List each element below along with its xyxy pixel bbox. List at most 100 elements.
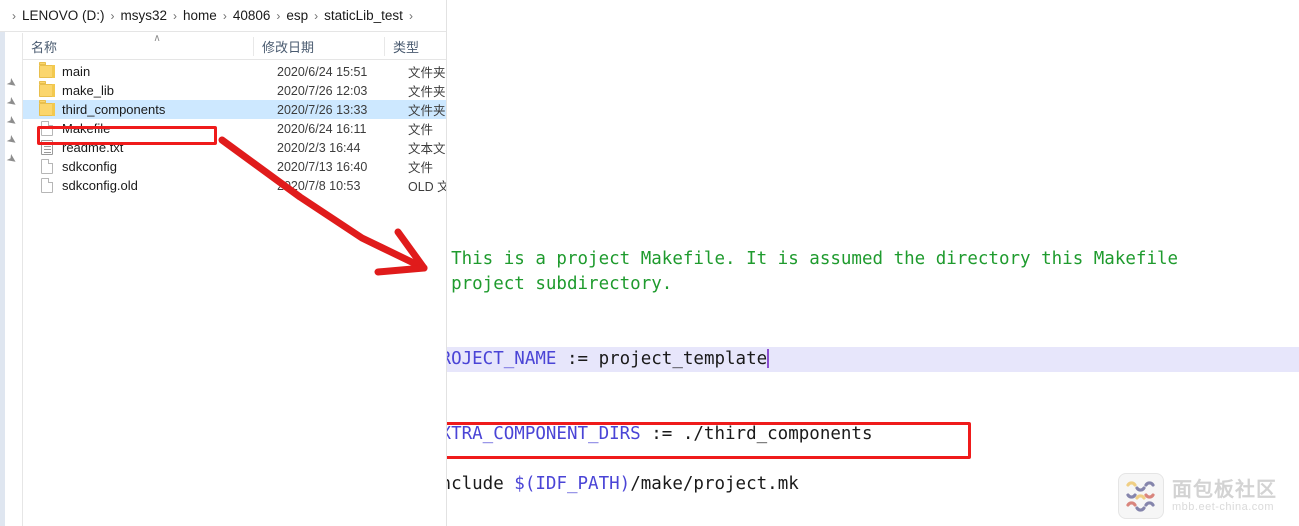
breadcrumb-item-staticlib-test[interactable]: staticLib_test <box>324 8 403 23</box>
file-date-modified: 2020/7/26 13:33 <box>277 102 368 117</box>
breadcrumb-item-esp[interactable]: esp <box>286 8 308 23</box>
file-explorer-panel: › LENOVO (D:) › msys32 › home › 40806 › … <box>0 0 447 526</box>
code-token-var: PROJECT_NAME <box>447 349 557 369</box>
sort-ascending-caret-icon: ∧ <box>153 33 161 44</box>
code-line[interactable] <box>447 322 1299 347</box>
file-icon <box>39 159 55 174</box>
watermark-logo-glyph <box>1126 481 1155 512</box>
file-date-modified: 2020/6/24 16:11 <box>277 121 367 136</box>
pin-icon[interactable]: ➤ <box>2 73 21 92</box>
icon-glyph <box>41 140 53 155</box>
file-row[interactable]: readme.txt2020/2/3 16:44文本文档2 KB <box>23 138 447 157</box>
file-row[interactable]: sdkconfig.old2020/7/8 10:53OLD 文件10 KB <box>23 176 447 195</box>
folder-icon <box>39 62 55 79</box>
breadcrumb-leading-chevron-icon: › <box>12 8 16 23</box>
file-date-modified: 2020/7/13 16:40 <box>277 159 368 174</box>
file-row[interactable]: third_components 2020/7/26 13:33 文件夹 <box>23 100 447 119</box>
text-file-icon <box>39 140 55 155</box>
breadcrumb-item-lenovo-d[interactable]: LENOVO (D:) <box>22 8 105 23</box>
column-header-date-label: 修改日期 <box>262 40 315 55</box>
file-name: main <box>62 64 91 79</box>
code-content[interactable]: ## This is a project Makefile. It is ass… <box>447 222 1299 497</box>
file-row[interactable]: make_lib 2020/7/26 12:03 文件夹 <box>23 81 447 100</box>
code-token-plain: := project_template <box>556 349 768 369</box>
chevron-right-icon: › <box>276 8 281 23</box>
code-line[interactable] <box>447 447 1299 472</box>
code-line[interactable] <box>447 397 1299 422</box>
column-header-date-modified[interactable]: 修改日期 <box>254 33 385 60</box>
file-type: OLD 文件 <box>408 180 447 194</box>
file-name: sdkconfig <box>62 159 117 174</box>
icon-glyph <box>41 178 53 193</box>
file-row[interactable]: main 2020/6/24 15:51 文件夹 <box>23 62 447 81</box>
icon-glyph <box>41 159 53 174</box>
pin-icon[interactable]: ➤ <box>2 130 21 149</box>
file-name: sdkconfig.old <box>62 178 138 193</box>
left-rail-strip <box>0 0 5 526</box>
icon-glyph <box>39 81 55 97</box>
breadcrumb-item-msys32[interactable]: msys32 <box>121 8 168 23</box>
folder-icon <box>39 100 55 117</box>
file-date-modified: 2020/2/3 16:44 <box>277 140 361 155</box>
file-type: 文本文档 <box>408 142 447 156</box>
file-type: 文件 <box>408 161 434 175</box>
file-list: main 2020/6/24 15:51 文件夹 make_lib 2020/7/26 … <box>23 62 447 195</box>
icon-glyph <box>39 62 55 78</box>
column-header-name-label: 名称 <box>31 40 58 55</box>
column-header-row: 名称 ∧ 修改日期 类型 大小 <box>23 33 447 60</box>
code-token-var: EXTRA_COMPONENT_DIRS <box>447 424 641 444</box>
file-date-modified: 2020/7/26 12:03 <box>277 83 368 98</box>
code-token-comment: # This is a project Makefile. It is assu… <box>447 249 1179 269</box>
code-line[interactable]: EXTRA_COMPONENT_DIRS := ./third_componen… <box>447 422 1299 447</box>
file-type: 文件夹 <box>408 104 446 118</box>
watermark-text: 面包板社区 mbb.eet-china.com <box>1172 479 1277 514</box>
file-name: make_lib <box>62 83 115 98</box>
chevron-right-icon: › <box>408 8 413 23</box>
column-header-type[interactable]: 类型 <box>385 33 447 60</box>
breadcrumb-item-40806[interactable]: 40806 <box>233 8 271 23</box>
file-type: 文件 <box>408 123 434 137</box>
file-type: 文件夹 <box>408 85 446 99</box>
code-editor-panel[interactable]: ## This is a project Makefile. It is ass… <box>447 0 1299 526</box>
icon-glyph <box>39 100 55 116</box>
file-icon <box>39 121 55 136</box>
code-line[interactable]: # <box>447 297 1299 322</box>
file-date-modified: 2020/6/24 15:51 <box>277 64 368 79</box>
folder-icon <box>39 81 55 98</box>
breadcrumb[interactable]: › LENOVO (D:) › msys32 › home › 40806 › … <box>0 0 447 32</box>
file-name: Makefile <box>62 121 111 136</box>
code-token-var: $(IDF_PATH) <box>514 474 631 494</box>
code-line[interactable] <box>447 372 1299 397</box>
file-icon <box>39 178 55 193</box>
pin-icon[interactable]: ➤ <box>2 92 21 111</box>
chevron-right-icon: › <box>314 8 319 23</box>
column-header-name[interactable]: 名称 ∧ <box>23 33 254 60</box>
code-token-comment: # project subdirectory. <box>447 274 673 294</box>
breadcrumb-item-home[interactable]: home <box>183 8 217 23</box>
chevron-right-icon: › <box>173 8 178 23</box>
code-line[interactable]: # This is a project Makefile. It is assu… <box>447 247 1299 272</box>
code-line[interactable]: PROJECT_NAME := project_template <box>447 347 1299 372</box>
code-token-plain: include <box>447 474 504 494</box>
file-date-modified: 2020/7/8 10:53 <box>277 178 361 193</box>
watermark-site-name: 面包板社区 <box>1172 478 1277 501</box>
code-token-plain: /make/project.mk <box>630 474 799 494</box>
icon-glyph <box>41 121 53 136</box>
code-token-plain: := ./third_components <box>640 424 873 444</box>
watermark-logo-icon <box>1118 473 1164 519</box>
column-header-type-label: 类型 <box>393 40 420 55</box>
watermark-site-url: mbb.eet-china.com <box>1172 500 1275 513</box>
file-name: third_components <box>62 102 166 117</box>
chevron-right-icon: › <box>110 8 115 23</box>
file-row[interactable]: Makefile2020/6/24 16:11文件1 KB <box>23 119 447 138</box>
pin-icon[interactable]: ➤ <box>2 149 21 168</box>
code-line[interactable]: # project subdirectory. <box>447 272 1299 297</box>
file-name: readme.txt <box>62 140 124 155</box>
code-line[interactable]: # <box>447 222 1299 247</box>
pin-icon[interactable]: ➤ <box>2 111 21 130</box>
text-cursor <box>767 349 770 368</box>
file-type: 文件夹 <box>408 66 446 80</box>
watermark: 面包板社区 mbb.eet-china.com <box>1118 472 1293 520</box>
chevron-right-icon: › <box>222 8 227 23</box>
file-row[interactable]: sdkconfig2020/7/13 16:40文件10 KB <box>23 157 447 176</box>
